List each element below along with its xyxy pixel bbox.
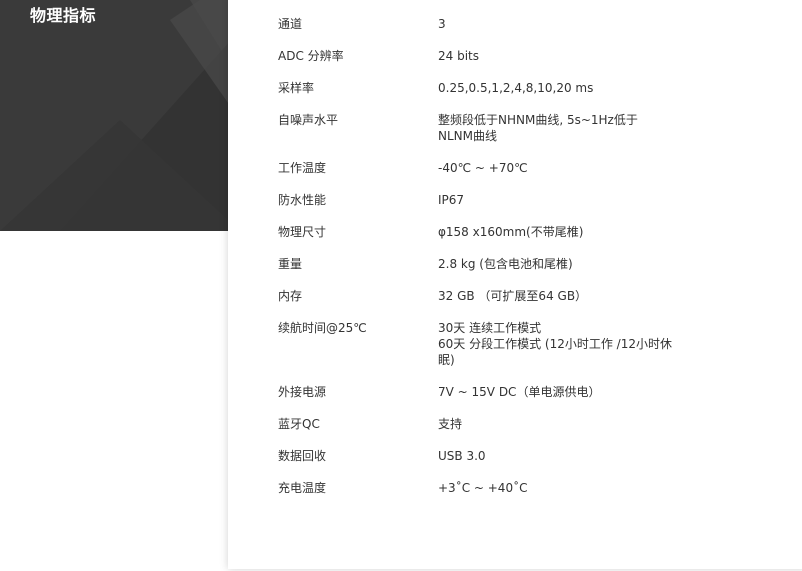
spec-value-line: φ158 x160mm(不带尾椎) [438,225,584,239]
spec-label: ADC 分辨率 [278,49,344,63]
spec-label: 通道 [278,17,303,31]
spec-label: 蓝牙QC [278,417,320,431]
spec-label: 充电温度 [278,481,327,495]
spec-value-line: 30天 连续工作模式 [438,321,542,335]
specs-panel: 通道 3 ADC 分辨率 24 bits 采样率 0.25,0.5,1,2,4,8,10,… [228,0,802,569]
spec-label: 工作温度 [278,161,327,175]
spec-value: 0.25,0.5,1,2,4,8,10,20 ms [438,80,678,96]
spec-value: +3˚C ~ +40˚C [438,480,678,496]
spec-value: 32 GB （可扩展至64 GB） [438,288,678,304]
section-title: 物理指标 [30,6,97,25]
hero-banner: 物理指标 [0,0,240,231]
spec-value-line: -40℃ ~ +70℃ [438,161,528,175]
spec-label: 重量 [278,257,303,271]
spec-value-line: NLNM曲线 [438,129,497,143]
spec-label: 内存 [278,289,303,303]
spec-value: USB 3.0 [438,448,678,464]
spec-value-line: +3˚C ~ +40˚C [438,481,528,495]
spec-value-line: 整频段低于NHNM曲线, 5s~1Hz低于 [438,113,638,127]
spec-value-line: 60天 分段工作模式 (12小时工作 /12小时休 [438,337,672,351]
spec-value: 30天 连续工作模式 60天 分段工作模式 (12小时工作 /12小时休 眠) [438,320,678,368]
spec-value-line: 支持 [438,417,463,431]
spec-value-line: IP67 [438,193,465,207]
spec-value-line: 眠) [438,353,455,367]
spec-value-line: 7V ~ 15V DC（单电源供电） [438,385,601,399]
spec-value-line: 2.8 kg (包含电池和尾椎) [438,257,573,271]
spec-value-line: 32 GB （可扩展至64 GB） [438,289,588,303]
spec-label: 采样率 [278,81,315,95]
spec-label: 物理尺寸 [278,225,327,239]
spec-value: 24 bits [438,48,678,64]
spec-label: 数据回收 [278,449,327,463]
spec-value-line: USB 3.0 [438,449,486,463]
spec-value-line: 3 [438,17,446,31]
spec-value: 7V ~ 15V DC（单电源供电） [438,384,678,400]
spec-value-line: 0.25,0.5,1,2,4,8,10,20 ms [438,81,594,95]
spec-label: 防水性能 [278,193,327,207]
spec-value-line: 24 bits [438,49,479,63]
spec-value: 支持 [438,416,678,432]
spec-value: 3 [438,16,678,32]
spec-value: φ158 x160mm(不带尾椎) [438,224,678,240]
spec-label: 外接电源 [278,385,327,399]
spec-label: 续航时间@25℃ [278,321,367,335]
spec-value: 2.8 kg (包含电池和尾椎) [438,256,678,272]
spec-label: 自噪声水平 [278,113,339,127]
spec-value: IP67 [438,192,678,208]
spec-value: 整频段低于NHNM曲线, 5s~1Hz低于 NLNM曲线 [438,112,678,144]
spec-value: -40℃ ~ +70℃ [438,160,678,176]
hero-background-graphic [0,0,240,231]
